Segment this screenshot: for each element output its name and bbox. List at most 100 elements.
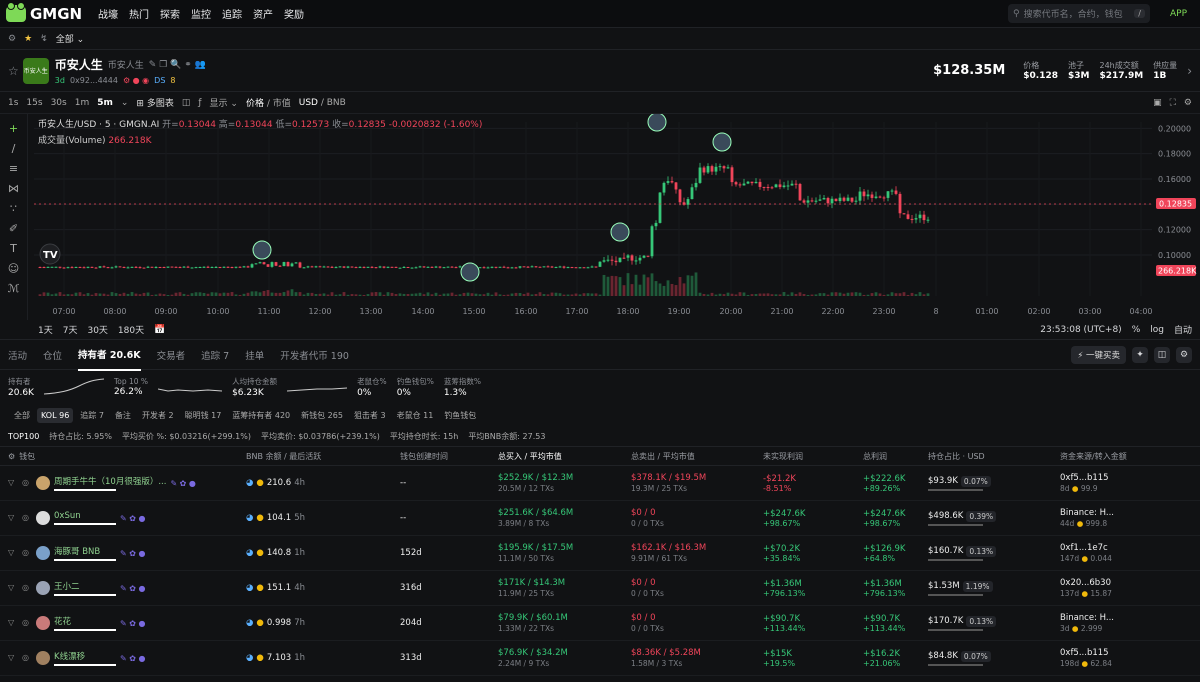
filter-chip-5[interactable]: 聪明钱 17	[181, 407, 226, 424]
col-wallet[interactable]: ⚙ 钱包	[0, 451, 246, 462]
source-wallet[interactable]: 0xf1...1e7c	[1060, 543, 1200, 553]
filter-icon[interactable]: ▽	[8, 583, 18, 593]
table-row[interactable]: ▽ ◎ 花花 ✎ ✿ ● ◕ ● 0.998 7h 204d $79.9K / $60.1M 1.3…	[0, 606, 1200, 641]
source-wallet[interactable]: 0x20...6b30	[1060, 578, 1200, 588]
tab-holders[interactable]: 持有者 20.6K	[78, 339, 141, 371]
nav-item-6[interactable]: 奖励	[284, 6, 304, 21]
wallet-name[interactable]: 周期手牛牛（10月很强版）...	[54, 475, 166, 487]
chevron-right-icon[interactable]: ›	[1187, 64, 1192, 78]
ds-badge[interactable]: DS	[154, 76, 165, 85]
interval-1s[interactable]: 1s	[8, 98, 18, 108]
table-row[interactable]: ▽ ◎ 王小二 ✎ ✿ ● ◕ ● 151.1 4h 316d $171K / $14.3M 11.…	[0, 571, 1200, 606]
interval-30s[interactable]: 30s	[51, 98, 67, 108]
search-input[interactable]: ⚲ 搜索代币名，合约，钱包 /	[1008, 4, 1150, 23]
source-wallet[interactable]: Binance: H...	[1060, 508, 1200, 518]
social-icons[interactable]: ⚙ ● ◉	[123, 76, 149, 85]
filter-chip-3[interactable]: 备注	[111, 407, 135, 424]
star-icon[interactable]: ★	[24, 34, 32, 44]
price-chart[interactable]: + ∕ ≡ ⋈ ∵ ✐ T ☺ ℳ 0.20000 0.18000 0.16000 0…	[0, 114, 1200, 320]
tab-tracking[interactable]: 追踪 7	[201, 348, 229, 362]
favorite-icon[interactable]: ☆	[8, 64, 19, 78]
copy-icon[interactable]: ◎	[22, 548, 32, 558]
wallet-name[interactable]: 海豚哥 BNB	[54, 545, 116, 557]
interval-15s[interactable]: 15s	[26, 98, 42, 108]
filter-chip-1[interactable]: KOL 96	[37, 407, 74, 423]
percent-toggle[interactable]: %	[1132, 325, 1141, 335]
price-mcap-toggle[interactable]: 价格 / 市值	[246, 96, 291, 109]
nav-item-0[interactable]: 战壕	[98, 6, 118, 21]
interval-5m[interactable]: 5m	[97, 98, 113, 108]
multi-chart-button[interactable]: ⊞ 多图表	[136, 96, 173, 109]
range-180d[interactable]: 180天	[118, 323, 144, 336]
trade-avatar-marker[interactable]	[460, 262, 480, 282]
chart-settings-icon[interactable]: ⚙	[1184, 98, 1192, 108]
avatar[interactable]	[36, 616, 50, 630]
filter-chip-2[interactable]: 追踪 7	[76, 407, 108, 424]
tab-orders[interactable]: 挂单	[245, 348, 264, 362]
filter-icon[interactable]: ▽	[8, 653, 18, 663]
quick-buy-button[interactable]: ⚡ 一键买卖	[1071, 345, 1126, 364]
edit-icon[interactable]: ✎ ❐ 🔍 ⚭ 👥	[149, 60, 206, 70]
nav-item-5[interactable]: 资产	[253, 6, 273, 21]
indicator-icon[interactable]: ◫	[182, 98, 191, 108]
currency-toggle[interactable]: USD / BNB	[299, 98, 346, 108]
copy-icon[interactable]: ◎	[22, 653, 32, 663]
tab-activity[interactable]: 活动	[8, 348, 27, 362]
avatar[interactable]	[36, 511, 50, 525]
filter-chip-10[interactable]: 钓鱼钱包	[440, 407, 480, 424]
nav-item-3[interactable]: 监控	[191, 6, 211, 21]
avatar[interactable]	[36, 651, 50, 665]
calendar-icon[interactable]: 📅	[154, 325, 165, 335]
wallet-name[interactable]: 王小二	[54, 580, 116, 592]
filter-chip-4[interactable]: 开发者 2	[138, 407, 178, 424]
chevron-down-icon[interactable]: ⌄	[121, 98, 129, 108]
settings-icon[interactable]: ⚙	[8, 34, 16, 44]
col-profit[interactable]: 总利润	[863, 451, 928, 462]
filter-chip-9[interactable]: 老鼠仓 11	[393, 407, 438, 424]
avatar[interactable]	[36, 546, 50, 560]
table-row[interactable]: ▽ ◎ K线漂移 ✎ ✿ ● ◕ ● 7.103 1h 313d $76.9K / $34.2M 2…	[0, 641, 1200, 676]
range-30d[interactable]: 30天	[87, 323, 107, 336]
auto-toggle[interactable]: 自动	[1174, 323, 1192, 336]
tab-dev-tokens[interactable]: 开发者代币 190	[280, 348, 349, 362]
copy-icon[interactable]: ◎	[22, 583, 32, 593]
filter-chip-0[interactable]: 全部	[10, 407, 34, 424]
filter-icon[interactable]: ▽	[8, 618, 18, 628]
wallet-name[interactable]: 花花	[54, 615, 116, 627]
trend-icon[interactable]: ↯	[40, 34, 48, 44]
range-1d[interactable]: 1天	[38, 323, 53, 336]
col-sell[interactable]: 总卖出 / 平均市值	[631, 451, 763, 462]
col-source[interactable]: 资金来源/转入金额	[1060, 451, 1200, 462]
copy-icon[interactable]: ◎	[22, 513, 32, 523]
nav-item-4[interactable]: 追踪	[222, 6, 242, 21]
log-toggle[interactable]: log	[1150, 325, 1164, 335]
gmgn-logo[interactable]: GMGN	[6, 2, 98, 23]
avatar[interactable]	[36, 581, 50, 595]
col-buy[interactable]: 总买入 / 平均市值	[498, 451, 631, 462]
table-row[interactable]: ▽ ◎ 海豚哥 BNB ✎ ✿ ● ◕ ● 140.8 1h 152d $195.9K / $17…	[0, 536, 1200, 571]
table-settings-icon[interactable]: ⚙	[1176, 346, 1192, 363]
app-link[interactable]: APP	[1170, 9, 1194, 19]
filter-icon[interactable]: ▽	[8, 513, 18, 523]
filter-icon[interactable]: ▽	[8, 478, 18, 488]
trade-avatar-marker[interactable]	[647, 114, 667, 132]
filter-chip-6[interactable]: 蓝筹持有者 420	[228, 407, 294, 424]
fullscreen-icon[interactable]: ⛶	[1170, 98, 1176, 108]
display-button[interactable]: 显示 ⌄	[210, 96, 238, 109]
tab-traders[interactable]: 交易者	[157, 348, 186, 362]
trade-avatar-marker[interactable]	[610, 222, 630, 242]
avatar[interactable]	[36, 476, 50, 490]
tab-positions[interactable]: 仓位	[43, 348, 62, 362]
camera-icon[interactable]: ▣	[1153, 98, 1162, 108]
nav-item-1[interactable]: 热门	[129, 6, 149, 21]
nav-item-2[interactable]: 探索	[160, 6, 180, 21]
col-created[interactable]: 钱包创建时间	[400, 451, 498, 462]
wallet-name[interactable]: 0xSun	[54, 511, 116, 521]
source-wallet[interactable]: 0xf5...b115	[1060, 473, 1200, 483]
col-bnb[interactable]: BNB 余额 / 最后活跃	[246, 451, 400, 462]
interval-1m[interactable]: 1m	[75, 98, 90, 108]
wallet-name[interactable]: K线漂移	[54, 650, 116, 662]
token-address[interactable]: 0x92...4444	[70, 76, 118, 85]
panel-icon[interactable]: ◫	[1154, 346, 1170, 363]
filter-chip-7[interactable]: 新钱包 265	[297, 407, 347, 424]
